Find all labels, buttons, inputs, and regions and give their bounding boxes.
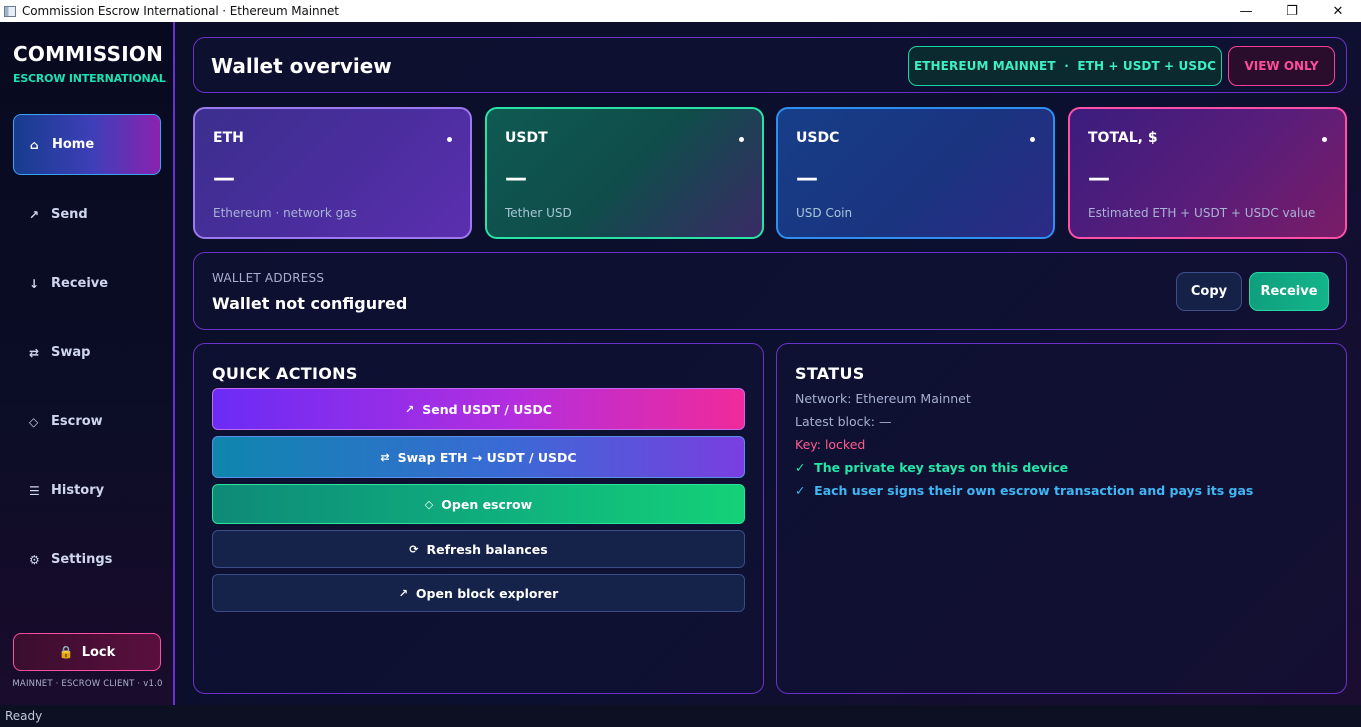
status-dot-icon (447, 137, 452, 142)
home-icon: ⌂ (30, 137, 39, 152)
status-dot-icon (739, 137, 744, 142)
card-value: — (505, 166, 527, 191)
balance-card-usdt: USDT — Tether USD (485, 107, 764, 239)
receive-button[interactable]: Receive (1249, 272, 1329, 311)
card-title: TOTAL, $ (1088, 130, 1158, 146)
status-note-escrow-gas: ✓ Each user signs their own escrow trans… (795, 483, 1254, 498)
statusbar-text: Ready (5, 709, 43, 723)
open-escrow-button[interactable]: ◇ Open escrow (212, 484, 745, 524)
card-description: Ethereum · network gas (213, 206, 357, 220)
brand-name: COMMISSION (13, 42, 164, 66)
swap-icon: ⇄ (29, 345, 40, 360)
status-title: STATUS (795, 364, 865, 383)
balance-card-eth: ETH — Ethereum · network gas (193, 107, 472, 239)
wallet-address-value: Wallet not configured (212, 294, 408, 313)
sidebar-item-receive[interactable]: ↓ Receive (13, 253, 161, 314)
card-description: Tether USD (505, 206, 572, 220)
app-icon (4, 5, 16, 17)
sidebar-item-label: Receive (51, 276, 109, 291)
refresh-balances-button[interactable]: ⟳ Refresh balances (212, 530, 745, 568)
swap-eth-button[interactable]: ⇄ Swap ETH → USDT / USDC (212, 436, 745, 478)
card-title: USDT (505, 130, 548, 146)
sidebar-item-settings[interactable]: ⚙ Settings (13, 529, 161, 590)
quick-actions-panel: QUICK ACTIONS ↗ Send USDT / USDC ⇄ Swap … (193, 343, 764, 694)
minimize-icon[interactable]: — (1223, 0, 1269, 22)
sidebar-item-escrow[interactable]: ◇ Escrow (13, 391, 161, 452)
network-badge: ETHEREUM MAINNET · ETH + USDT + USDC (908, 46, 1222, 86)
balance-card-total: TOTAL, $ — Estimated ETH + USDT + USDC v… (1068, 107, 1347, 239)
sidebar-item-history[interactable]: ☰ History (13, 460, 161, 521)
window-title: Commission Escrow International · Ethere… (22, 4, 339, 18)
swap-icon: ⇄ (380, 450, 390, 464)
status-latest-block: Latest block: — (795, 414, 892, 429)
network-badge-label: ETHEREUM MAINNET · ETH + USDT + USDC (913, 59, 1217, 73)
card-title: USDC (796, 130, 840, 146)
send-arrow-icon: ↗ (405, 402, 415, 416)
sidebar-item-label: Home (52, 137, 95, 152)
status-dot-icon (1030, 137, 1035, 142)
card-description: Estimated ETH + USDT + USDC value (1088, 206, 1316, 220)
button-label: Open escrow (441, 496, 533, 512)
sidebar-item-label: Escrow (51, 414, 103, 429)
maximize-icon[interactable]: ❐ (1269, 0, 1315, 22)
sidebar-item-label: Swap (51, 345, 91, 360)
card-value: — (796, 166, 818, 191)
sidebar-item-label: History (51, 483, 105, 498)
version-label: MAINNET · ESCROW CLIENT · v1.0 (12, 679, 163, 689)
card-value: — (1088, 166, 1110, 191)
status-key: Key: locked (795, 437, 866, 452)
diamond-icon: ◇ (29, 414, 39, 429)
lock-button[interactable]: 🔒 Lock (13, 633, 161, 671)
statusbar: Ready (0, 705, 1361, 727)
wallet-address-panel: WALLET ADDRESS Wallet not configured Cop… (193, 252, 1347, 330)
send-usdt-usdc-button[interactable]: ↗ Send USDT / USDC (212, 388, 745, 430)
header-panel: Wallet overview ETHEREUM MAINNET · ETH +… (193, 37, 1347, 93)
card-value: — (213, 166, 235, 191)
balance-card-usdc: USDC — USD Coin (776, 107, 1055, 239)
status-network: Network: Ethereum Mainnet (795, 391, 971, 406)
brand: COMMISSION ESCROW INTERNATIONAL (13, 42, 166, 85)
window-controls: — ❐ ✕ (1223, 0, 1361, 22)
status-dot-icon (1322, 137, 1327, 142)
window-titlebar: Commission Escrow International · Ethere… (0, 0, 1361, 22)
send-arrow-icon: ↗ (29, 207, 40, 222)
list-icon: ☰ (29, 483, 40, 498)
gear-icon: ⚙ (29, 552, 40, 567)
lock-button-label: Lock (81, 644, 116, 660)
external-link-icon: ↗ (398, 586, 408, 600)
lock-icon: 🔒 (58, 645, 74, 659)
open-block-explorer-button[interactable]: ↗ Open block explorer (212, 574, 745, 612)
button-label: Open block explorer (415, 585, 559, 601)
main-content: Wallet overview ETHEREUM MAINNET · ETH +… (177, 22, 1361, 705)
button-label: Refresh balances (426, 541, 548, 557)
button-label: Swap ETH → USDT / USDC (397, 449, 577, 465)
sidebar-item-label: Settings (51, 552, 113, 567)
diamond-icon: ◇ (424, 497, 434, 511)
view-only-badge: VIEW ONLY (1228, 46, 1335, 86)
status-panel: STATUS Network: Ethereum Mainnet Latest … (776, 343, 1347, 694)
wallet-address-label: WALLET ADDRESS (212, 271, 325, 285)
receive-arrow-icon: ↓ (29, 276, 40, 291)
sidebar-item-send[interactable]: ↗ Send (13, 184, 161, 245)
page-title: Wallet overview (211, 54, 392, 78)
button-label: Send USDT / USDC (422, 401, 552, 417)
quick-actions-title: QUICK ACTIONS (212, 364, 358, 383)
card-title: ETH (213, 130, 244, 146)
refresh-icon: ⟳ (409, 542, 419, 556)
sidebar-item-swap[interactable]: ⇄ Swap (13, 322, 161, 383)
sidebar-item-home[interactable]: ⌂ Home (13, 114, 161, 175)
sidebar-item-label: Send (51, 207, 88, 222)
card-description: USD Coin (796, 206, 853, 220)
sidebar: COMMISSION ESCROW INTERNATIONAL ⌂ Home ↗… (0, 22, 175, 705)
status-note-private-key: ✓ The private key stays on this device (795, 460, 1069, 475)
copy-button[interactable]: Copy (1176, 272, 1242, 311)
close-icon[interactable]: ✕ (1315, 0, 1361, 22)
brand-subtitle: ESCROW INTERNATIONAL (13, 72, 166, 85)
